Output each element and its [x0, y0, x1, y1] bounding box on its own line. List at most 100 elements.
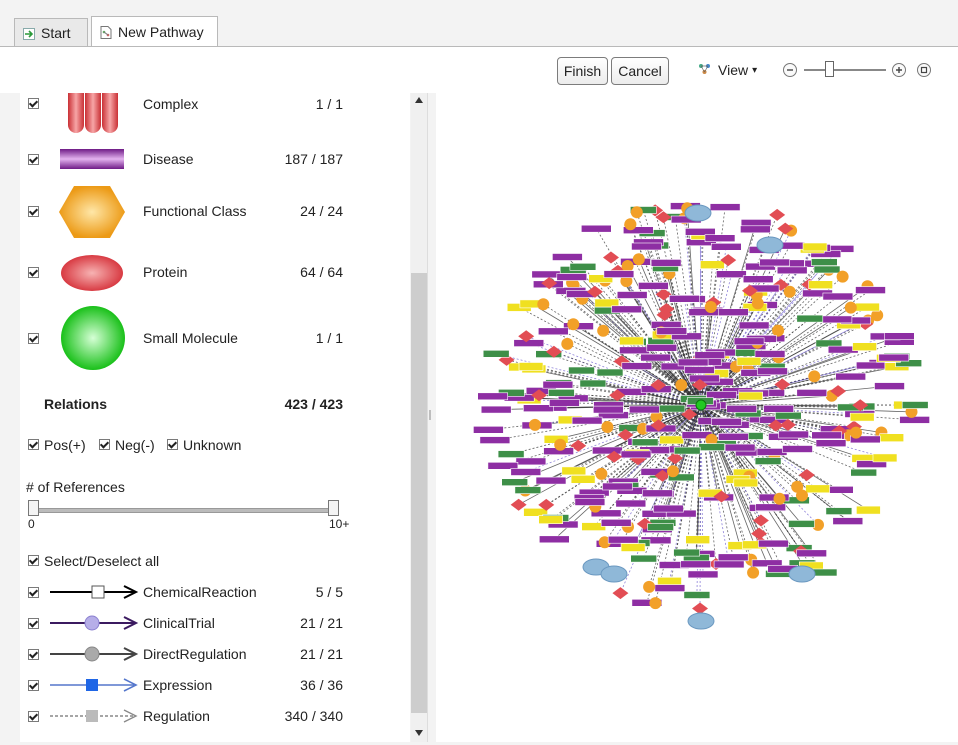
zoom-out-icon[interactable] [783, 63, 797, 77]
protein-checkbox[interactable] [28, 267, 39, 278]
pathway-node[interactable] [612, 306, 642, 313]
pathway-node[interactable] [621, 451, 651, 458]
zoom-slider-track[interactable] [804, 69, 886, 71]
pathway-node[interactable] [631, 555, 657, 562]
pathway-node[interactable] [674, 447, 700, 454]
pathway-node[interactable] [557, 274, 587, 281]
pathway-node[interactable] [538, 328, 568, 335]
pathway-node[interactable] [718, 309, 748, 316]
pathway-node[interactable] [850, 413, 874, 421]
pathway-node[interactable] [641, 354, 671, 361]
pathway-node[interactable] [516, 458, 546, 465]
pathway-node[interactable] [856, 506, 880, 514]
pathway-node[interactable] [718, 554, 748, 561]
legend-scrollbar-thumb[interactable] [411, 273, 427, 713]
pathway-node[interactable] [684, 592, 710, 599]
pathway-node[interactable] [473, 426, 503, 433]
pathway-node[interactable] [711, 418, 741, 425]
pathway-node[interactable] [554, 439, 566, 451]
pathway-node[interactable] [622, 363, 652, 370]
pathway-node[interactable] [879, 354, 909, 361]
pathway-node[interactable] [902, 402, 928, 409]
complex-node[interactable] [757, 237, 783, 253]
pathway-node[interactable] [657, 328, 687, 335]
pathway-node[interactable] [772, 325, 784, 337]
cancel-button[interactable]: Cancel [611, 57, 669, 85]
pathway-node[interactable] [740, 226, 770, 233]
references-slider-track[interactable] [30, 508, 336, 513]
pathway-node[interactable] [642, 490, 672, 497]
pathway-node[interactable] [480, 437, 510, 444]
clinical-trial-checkbox[interactable] [28, 618, 39, 629]
pathway-node[interactable] [737, 357, 761, 365]
pathway-node[interactable] [718, 433, 748, 440]
pathway-node[interactable] [755, 351, 785, 358]
pathway-network[interactable] [436, 93, 958, 742]
pathway-node[interactable] [597, 325, 609, 337]
pathway-node[interactable] [727, 405, 757, 412]
positive-filter-checkbox[interactable] [28, 439, 39, 450]
pathway-node[interactable] [597, 369, 623, 376]
pathway-node[interactable] [808, 370, 820, 382]
pathway-node[interactable] [653, 505, 683, 512]
pathway-node[interactable] [580, 380, 606, 387]
pathway-node[interactable] [760, 259, 790, 266]
pathway-node[interactable] [714, 561, 744, 568]
tab-start[interactable]: Start [14, 18, 88, 46]
pathway-node[interactable] [806, 485, 830, 493]
pathway-node[interactable] [667, 465, 679, 477]
references-slider-max-handle[interactable] [328, 500, 339, 516]
pathway-node[interactable] [747, 567, 759, 579]
pathway-node[interactable] [539, 536, 569, 543]
pathway-node[interactable] [651, 259, 681, 266]
pathway-node[interactable] [856, 287, 886, 294]
pathway-node[interactable] [711, 243, 741, 250]
pathway-node[interactable] [674, 549, 700, 556]
pathway-node[interactable] [716, 271, 746, 278]
select-all-checkbox[interactable] [28, 555, 39, 566]
pathway-node[interactable] [515, 487, 541, 494]
pathway-node[interactable] [643, 581, 655, 593]
pathway-node[interactable] [595, 468, 607, 480]
pathway-node[interactable] [678, 359, 708, 366]
regulation-checkbox[interactable] [28, 711, 39, 722]
pathway-node[interactable] [900, 416, 930, 423]
pathway-node[interactable] [601, 519, 631, 526]
small-molecule-checkbox[interactable] [28, 333, 39, 344]
pathway-node[interactable] [884, 333, 914, 340]
pathway-node[interactable] [856, 362, 886, 369]
pathway-node[interactable] [519, 363, 543, 371]
pathway-node[interactable] [548, 389, 574, 396]
scroll-down-icon[interactable] [415, 730, 423, 736]
pathway-node[interactable] [752, 297, 764, 309]
pathway-node[interactable] [675, 379, 687, 391]
pathway-node[interactable] [853, 343, 877, 351]
complex-node[interactable] [789, 566, 815, 582]
expression-checkbox[interactable] [28, 680, 39, 691]
chemical-reaction-checkbox[interactable] [28, 587, 39, 598]
pathway-node[interactable] [549, 399, 579, 406]
functional-class-checkbox[interactable] [28, 206, 39, 217]
pathway-node[interactable] [837, 271, 849, 283]
pathway-node[interactable] [753, 515, 769, 527]
pathway-node[interactable] [581, 225, 611, 232]
pathway-node[interactable] [569, 367, 595, 374]
pathway-node[interactable] [638, 282, 668, 289]
finish-button[interactable]: Finish [557, 57, 608, 85]
pathway-node[interactable] [797, 389, 827, 396]
pathway-node[interactable] [739, 392, 763, 400]
references-slider-min-handle[interactable] [28, 500, 39, 516]
legend-scrollbar[interactable] [411, 93, 427, 742]
pathway-node[interactable] [684, 367, 714, 374]
pathway-node[interactable] [603, 483, 633, 490]
pathway-node[interactable] [779, 431, 809, 438]
pathway-node[interactable] [529, 419, 541, 431]
pathway-node[interactable] [543, 381, 573, 388]
pathway-node[interactable] [570, 263, 596, 270]
pathway-node[interactable] [856, 303, 880, 311]
view-menu-button[interactable]: View ▾ [698, 62, 757, 78]
tab-new-pathway[interactable]: New Pathway [91, 16, 218, 47]
pathway-node[interactable] [816, 440, 846, 447]
pathway-node[interactable] [764, 405, 794, 412]
pathway-node[interactable] [814, 266, 840, 273]
